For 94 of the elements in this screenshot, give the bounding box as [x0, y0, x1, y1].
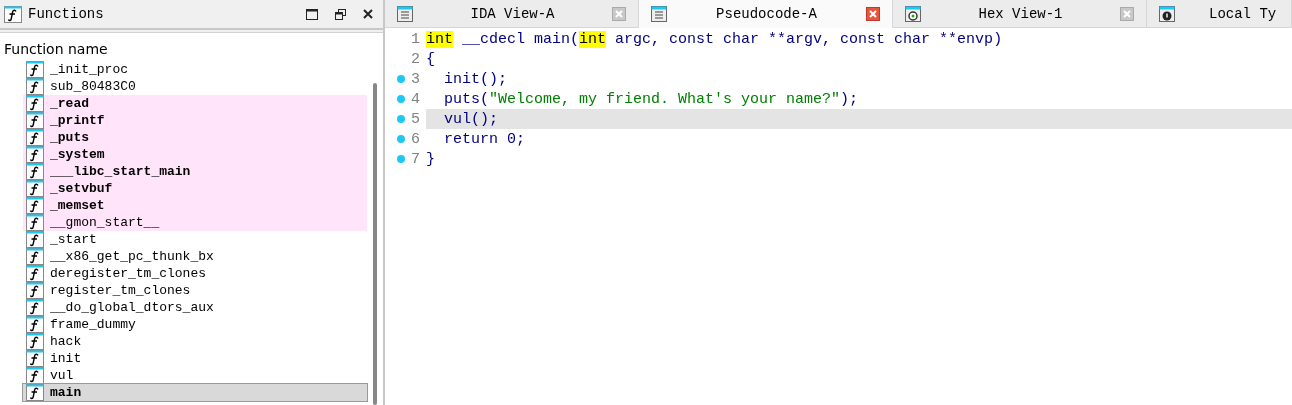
function-row[interactable]: register_tm_clones [23, 282, 367, 299]
function-icon [26, 248, 44, 265]
function-name: _system [50, 147, 105, 162]
info-icon [1159, 5, 1175, 22]
function-name: vul [50, 368, 74, 383]
tab[interactable]: Local Ty [1147, 0, 1292, 28]
function-row[interactable]: __gmon_start__ [23, 214, 367, 231]
function-name: __gmon_start__ [50, 215, 160, 230]
function-row[interactable]: _puts [23, 129, 367, 146]
panel-title: Functions [28, 6, 105, 22]
line-number: 7 [411, 150, 420, 168]
function-icon [26, 146, 44, 163]
line-number: 1 [411, 30, 420, 48]
scrollbar[interactable] [373, 83, 377, 405]
tab[interactable]: Hex View-1 [893, 0, 1147, 28]
function-row[interactable]: main [23, 384, 367, 401]
line-number: 6 [411, 130, 420, 148]
code-line: return 0; [443, 130, 526, 148]
function-icon [26, 197, 44, 214]
code-line: } [426, 150, 435, 168]
function-icon [26, 180, 44, 197]
line-number: 5 [411, 110, 420, 128]
function-icon [26, 282, 44, 299]
function-row[interactable]: sub_80483C0 [23, 78, 367, 95]
function-icon [26, 163, 44, 180]
function-name: _printf [50, 113, 105, 128]
function-row[interactable]: _memset [23, 197, 367, 214]
function-row[interactable]: hack [23, 333, 367, 350]
function-name: _puts [50, 130, 89, 145]
function-icon [26, 95, 44, 112]
breakpoint-dot[interactable] [397, 75, 405, 83]
breakpoint-dot[interactable] [397, 135, 405, 143]
function-name: _init_proc [50, 62, 128, 77]
function-row[interactable]: init [23, 350, 367, 367]
tab[interactable]: Pseudocode-A [639, 0, 893, 28]
function-icon [26, 265, 44, 282]
function-row[interactable]: _start [23, 231, 367, 248]
function-icon [4, 5, 22, 23]
code-line: vul(); [443, 110, 498, 128]
function-row[interactable]: _read [23, 95, 367, 112]
function-row[interactable]: frame_dummy [23, 316, 367, 333]
line-number: 2 [411, 50, 420, 68]
function-icon [26, 367, 44, 384]
breakpoint-dot[interactable] [397, 95, 405, 103]
function-icon [26, 112, 44, 129]
function-row[interactable]: __x86_get_pc_thunk_bx [23, 248, 367, 265]
code-line: init(); [443, 70, 507, 88]
function-name: __x86_get_pc_thunk_bx [50, 249, 214, 264]
maximize-icon[interactable] [306, 8, 318, 20]
code-line: { [426, 50, 435, 68]
function-icon [26, 350, 44, 367]
function-row[interactable]: ___libc_start_main [23, 163, 367, 180]
listing-icon [397, 5, 413, 22]
function-name: deregister_tm_clones [50, 266, 207, 281]
function-name: sub_80483C0 [50, 79, 136, 94]
function-name: init [50, 351, 82, 366]
function-icon [26, 78, 44, 95]
function-name: hack [50, 334, 82, 349]
function-row[interactable]: __do_global_dtors_aux [23, 299, 367, 316]
function-row[interactable]: _init_proc [23, 61, 367, 78]
function-name: main [50, 385, 82, 400]
function-row[interactable]: _system [23, 146, 367, 163]
code-line: puts("Welcome, my friend. What's your name?"); [443, 90, 859, 108]
function-row[interactable]: deregister_tm_clones [23, 265, 367, 282]
function-icon [26, 333, 44, 350]
breakpoint-dot[interactable] [397, 115, 405, 123]
hex-icon [905, 5, 921, 22]
line-number: 3 [411, 70, 420, 88]
function-icon [26, 231, 44, 248]
function-icon [26, 61, 44, 78]
function-name: __do_global_dtors_aux [50, 300, 214, 315]
function-icon [26, 214, 44, 231]
function-name: _start [50, 232, 97, 247]
line-number: 4 [411, 90, 420, 108]
function-name: register_tm_clones [50, 283, 191, 298]
function-icon [26, 129, 44, 146]
close-icon[interactable] [363, 9, 373, 19]
function-row[interactable]: _printf [23, 112, 367, 129]
function-name: frame_dummy [50, 317, 136, 332]
column-header[interactable]: Function name [0, 33, 367, 61]
function-icon [26, 299, 44, 316]
listing-icon [651, 5, 667, 22]
breakpoint-dot[interactable] [397, 155, 405, 163]
function-name: ___libc_start_main [50, 164, 191, 179]
function-name: _setvbuf [50, 181, 113, 196]
function-row[interactable]: vul [23, 367, 367, 384]
restore-icon[interactable] [334, 8, 346, 20]
function-name: _memset [50, 198, 105, 213]
code-line: int __cdecl main(int argc, const char **argv, const char **envp) [426, 30, 1003, 48]
function-row[interactable]: _setvbuf [23, 180, 367, 197]
function-icon [26, 384, 44, 401]
function-icon [26, 316, 44, 333]
function-name: _read [50, 96, 89, 111]
tab[interactable]: IDA View-A [385, 0, 639, 28]
